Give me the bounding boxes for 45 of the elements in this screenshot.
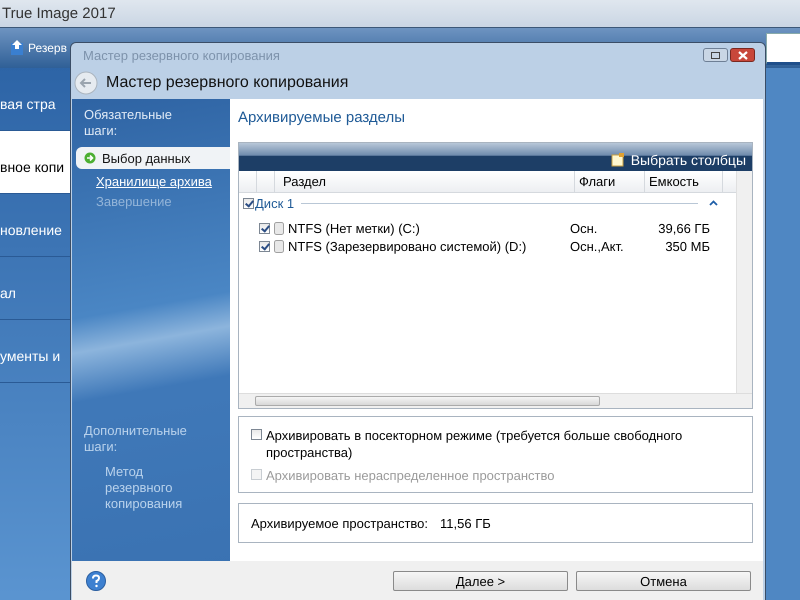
upload-icon[interactable]	[10, 40, 24, 56]
dialog-button[interactable]: Далее >	[393, 571, 568, 591]
sidebar-item[interactable]: вное копи	[0, 131, 72, 194]
vertical-scrollbar[interactable]	[736, 171, 752, 393]
app-title: True Image 2017	[2, 5, 116, 22]
table-cell-text: Осн.,Акт.	[570, 238, 625, 254]
checkbox[interactable]	[259, 222, 270, 234]
steps-heading: Дополнительные шаги:	[83, 423, 188, 455]
background-panel	[766, 33, 800, 65]
toolbar-tab[interactable]: Резерв	[28, 41, 67, 55]
horizontal-scrollbar[interactable]	[239, 393, 752, 408]
group-label: Диск 1	[255, 196, 294, 210]
space-value: 11,56 ГБ	[440, 516, 491, 530]
choose-columns-button[interactable]: Выбрать столбцы	[610, 152, 746, 171]
chevron-icon[interactable]	[709, 200, 718, 206]
dialog-caption: Мастер резервного копирования	[83, 48, 280, 62]
close-icon	[738, 50, 748, 60]
close-button[interactable]	[730, 48, 755, 62]
checkbox[interactable]	[251, 429, 262, 440]
page-title: Архивируемые разделы	[238, 109, 406, 126]
checkbox-label: Архивировать нераспределенное пространство	[266, 467, 554, 484]
steps-heading: Обязательные шаги:	[83, 107, 173, 139]
column-header[interactable]: Емкость	[645, 171, 723, 192]
checkbox[interactable]	[259, 240, 270, 252]
notepad-icon	[610, 153, 625, 167]
table-cell-text: NTFS (Нет метки) (C:)	[288, 220, 421, 236]
current-step[interactable]: Выбор данных	[76, 147, 230, 169]
help-icon[interactable]	[86, 571, 106, 591]
restore-button[interactable]	[703, 48, 728, 62]
step-label: Завершение	[95, 193, 173, 210]
arrow-icon	[84, 152, 96, 164]
checkbox-label: Архивировать в посекторном режиме (требуется больше свободного пространства)	[266, 427, 684, 461]
checkbox[interactable]	[243, 198, 254, 208]
table-cell-text: 350 МБ	[664, 238, 710, 254]
table-cell-text: NTFS (Зарезервировано системой) (D:)	[288, 238, 528, 254]
dialog-button[interactable]: Отмена	[576, 571, 751, 591]
step-link[interactable]: Хранилище архива	[72, 173, 230, 190]
step-label: Метод резервного копирования	[104, 463, 184, 513]
table-cell-text: 39,66 ГБ	[657, 220, 710, 236]
column-header[interactable]: Раздел	[275, 171, 575, 192]
dialog-title: Мастер резервного копирования	[106, 74, 348, 92]
column-header[interactable]: Флаги	[575, 171, 645, 192]
step-label: Выбор данных	[102, 150, 191, 166]
table-cell-text: Осн.	[570, 220, 598, 236]
space-label: Архивируемое пространство:	[251, 516, 428, 530]
